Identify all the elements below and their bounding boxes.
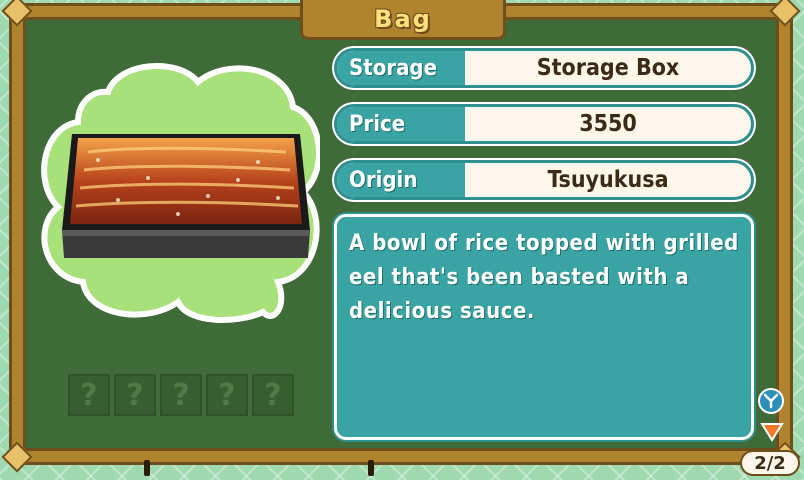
window-title: Bag — [374, 4, 432, 33]
slot-row: ? ? ? ? ? — [68, 374, 294, 416]
unknown-slot: ? — [114, 374, 156, 416]
price-label: Price — [337, 107, 465, 141]
title-tab: Bag — [300, 0, 506, 40]
description-box: A bowl of rice topped with grilled eel t… — [334, 214, 754, 440]
hanger-peg-left — [144, 460, 150, 476]
origin-value: Tsuyukusa — [547, 167, 669, 193]
unknown-slot: ? — [252, 374, 294, 416]
origin-label: Origin — [337, 163, 465, 197]
price-value: 3550 — [579, 111, 637, 137]
hanger-peg-right — [368, 460, 374, 476]
y-button-icon[interactable] — [758, 388, 784, 414]
unknown-slot: ? — [68, 374, 110, 416]
y-glyph-icon — [763, 393, 779, 409]
down-arrow-icon[interactable] — [760, 422, 784, 442]
storage-value: Storage Box — [536, 55, 680, 81]
unadon-eel-rice-box-icon — [62, 134, 310, 258]
storage-label: Storage — [337, 51, 465, 85]
storage-row: Storage Storage Box — [334, 48, 754, 88]
origin-row: Origin Tsuyukusa — [334, 160, 754, 200]
unknown-slot: ? — [206, 374, 248, 416]
unknown-slot: ? — [160, 374, 202, 416]
price-row: Price 3550 — [334, 104, 754, 144]
item-description: A bowl of rice topped with grilled eel t… — [349, 231, 739, 324]
page-indicator-text: 2/2 — [754, 452, 786, 474]
page-indicator: 2/2 — [740, 450, 800, 476]
